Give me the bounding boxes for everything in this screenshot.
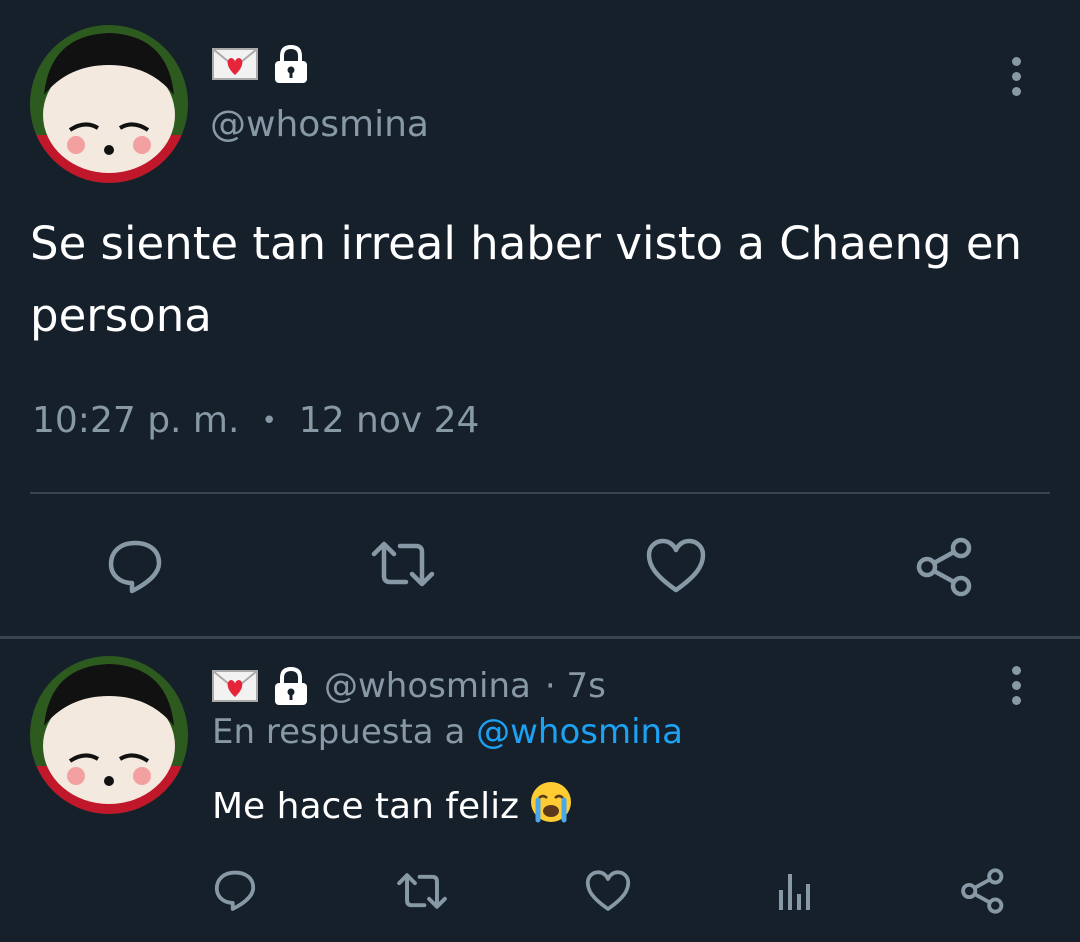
meta-separator: • [261,405,277,436]
more-options-icon[interactable] [1012,57,1021,96]
avatar[interactable] [30,25,188,183]
author-handle[interactable]: @whosmina [210,104,429,145]
reply-retweet-button[interactable] [396,872,448,910]
reply-share-button[interactable] [960,868,1006,914]
like-button[interactable] [646,538,706,594]
lock-icon [275,666,307,705]
reply-to-link[interactable]: @whosmina [476,712,683,752]
reply-text: Me hace tan feliz [212,786,520,827]
like-icon [585,870,631,911]
share-icon [961,868,1004,914]
tweet-separator [0,636,1080,639]
share-button[interactable] [915,537,975,597]
reply-button[interactable] [106,537,164,595]
divider [30,492,1050,494]
tweet-text: Se siente tan irreal haber visto a Chaen… [30,217,1023,342]
share-icon [916,537,972,597]
love-letter-icon [212,670,258,702]
display-name-badges [212,44,310,84]
retweet-icon [397,873,447,909]
reply-like-button[interactable] [585,870,631,912]
reply-context: En respuesta a @whosmina [212,712,683,752]
reply-prefix: En respuesta a [212,712,466,752]
tweet-date: 12 nov 24 [298,400,480,441]
reply-icon [214,870,256,911]
love-letter-icon [212,48,258,80]
analytics-icon [779,874,810,910]
retweet-button[interactable] [370,540,436,588]
reply-icon [108,540,162,594]
reply-header: @whosmina · 7s [212,666,606,706]
tweet-time: 10:27 p. m. [32,400,240,441]
reply-avatar[interactable] [30,656,188,814]
lock-icon [275,44,307,83]
like-icon [646,538,706,593]
reply-analytics-button[interactable] [776,870,816,912]
reply-handle[interactable]: @whosmina [324,666,531,706]
reply-more-options-icon[interactable] [1012,666,1021,705]
reply-age: · 7s [544,666,606,706]
crying-face-icon [529,780,573,833]
reply-reply-button[interactable] [213,868,257,912]
reply-text-container: Me hace tan feliz [212,780,573,833]
tweet-meta: 10:27 p. m. • 12 nov 24 [32,400,479,441]
retweet-icon [371,541,435,587]
